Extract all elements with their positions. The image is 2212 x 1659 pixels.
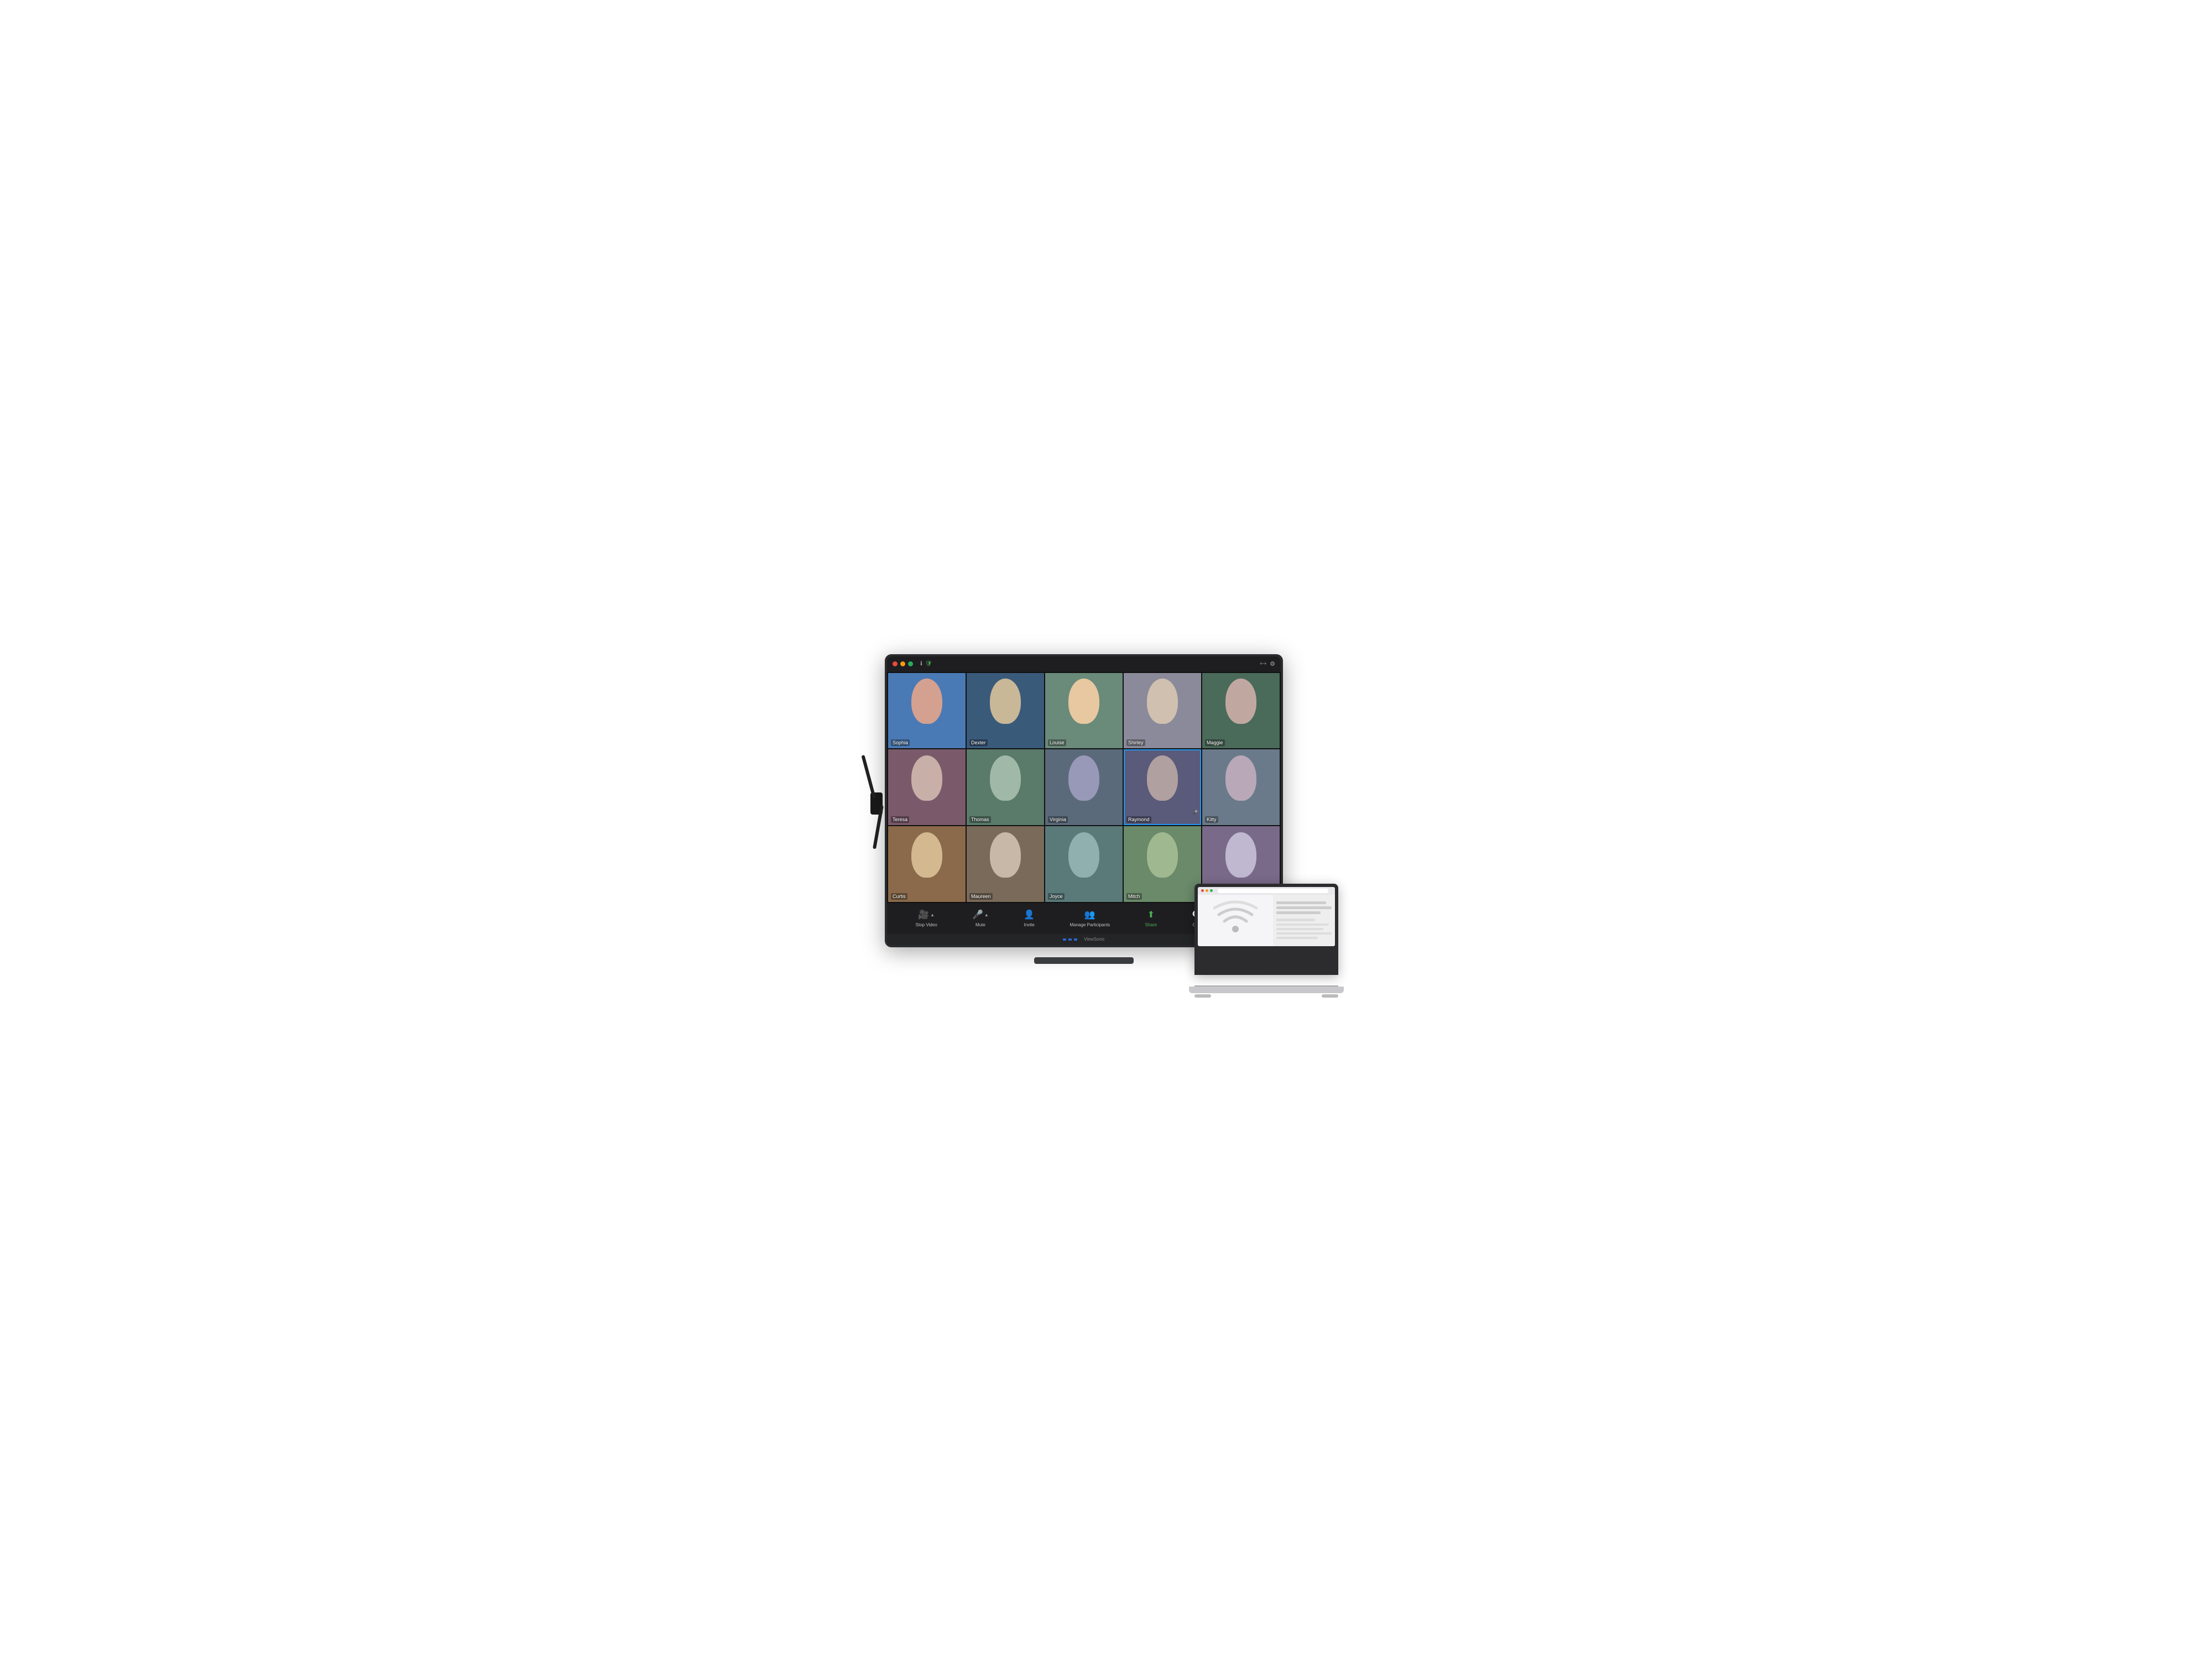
participant-name-virginia: Virginia: [1048, 816, 1068, 823]
participant-name-maggie: Maggie: [1205, 739, 1225, 746]
led-1: [1063, 938, 1066, 941]
participant-name-shirley: Shirley: [1126, 739, 1145, 746]
video-cell-joyce: Joyce: [1045, 826, 1123, 902]
text-line-1: [1276, 901, 1326, 904]
video-cell-maggie: Maggie: [1202, 673, 1280, 749]
laptop-dot-2: [1206, 889, 1208, 892]
participant-name-maureen: Maureen: [969, 893, 993, 900]
maximize-button[interactable]: [908, 661, 913, 666]
stop-video-chevron-icon: ▲: [930, 912, 935, 917]
laptop: [1189, 884, 1344, 1000]
video-grid: Sophia Dexter Louise Shirley Maggie Teresa Tho…: [887, 672, 1281, 903]
mic-icon-active: 🎤: [1192, 810, 1198, 815]
antennas: [873, 754, 876, 849]
laptop-screen-housing: [1194, 884, 1338, 975]
settings-icon[interactable]: ⚙: [1270, 660, 1275, 667]
laptop-url-bar: [1218, 889, 1328, 893]
shield-icon: 🛡: [925, 661, 932, 667]
laptop-main: [1198, 895, 1273, 946]
wifi-large-icon: [1213, 900, 1258, 938]
titlebar-dots: ℹ 🛡: [893, 661, 932, 667]
text-line-2: [1276, 906, 1332, 909]
participant-name-joyce: Joyce: [1048, 893, 1065, 900]
share-icon: ⬆: [1147, 909, 1155, 920]
toolbar-item-share[interactable]: ⬆ Share: [1145, 909, 1157, 927]
participant-name-sophia: Sophia: [891, 739, 910, 746]
participant-name-teresa: Teresa: [891, 816, 909, 823]
text-line-7: [1276, 932, 1332, 935]
stop-video-icon: 🎥: [918, 909, 929, 920]
manage-label: Manage Participants: [1070, 922, 1110, 927]
video-cell-thomas: Thomas: [967, 749, 1044, 825]
laptop-base: [1189, 987, 1344, 993]
titlebar-right-icons: ⤢ ⚙: [1260, 660, 1275, 667]
text-line-3: [1276, 911, 1321, 914]
manage-icon: 👥: [1084, 909, 1095, 920]
share-label: Share: [1145, 922, 1157, 927]
brand-label: ViewSonic: [1084, 937, 1104, 942]
monitor-stand: [1034, 957, 1134, 964]
mute-label: Mute: [975, 922, 985, 927]
stop-video-label: Stop Video: [916, 922, 937, 927]
toolbar-item-mute[interactable]: 🎤▲ Mute: [972, 909, 989, 927]
laptop-dot-1: [1201, 889, 1204, 892]
antenna-1: [861, 754, 876, 798]
laptop-titlebar: [1198, 887, 1335, 895]
led-3: [1074, 938, 1077, 941]
text-line-8: [1276, 937, 1318, 939]
video-cell-raymond: Raymond 🎤: [1124, 749, 1201, 825]
invite-icon: 👤: [1024, 909, 1035, 920]
toolbar-item-invite[interactable]: 👤 Invite: [1024, 909, 1035, 927]
video-cell-virginia: Virginia: [1045, 749, 1123, 825]
laptop-content-area: [1198, 895, 1335, 946]
video-cell-maureen: Maureen: [967, 826, 1044, 902]
led-2: [1068, 938, 1072, 941]
text-line-4: [1276, 919, 1315, 921]
participant-name-louise: Louise: [1048, 739, 1066, 746]
video-cell-shirley: Shirley: [1124, 673, 1201, 749]
laptop-dot-3: [1210, 889, 1213, 892]
participant-name-mitch: Mitch: [1126, 893, 1142, 900]
video-cell-dexter: Dexter: [967, 673, 1044, 749]
laptop-foot-left: [1194, 994, 1211, 998]
video-cell-teresa: Teresa: [888, 749, 966, 825]
participant-name-dexter: Dexter: [969, 739, 988, 746]
mute-icon: 🎤: [972, 909, 983, 920]
video-cell-kitty: Kitty: [1202, 749, 1280, 825]
participant-name-kitty: Kitty: [1205, 816, 1218, 823]
laptop-foot-right: [1322, 994, 1338, 998]
laptop-right-panel: [1273, 895, 1335, 946]
scene: ℹ 🛡 ⤢ ⚙ Sophia Dexter Louise Shirley Maggie T…: [857, 643, 1355, 1016]
info-icon: ℹ: [920, 661, 922, 667]
minimize-button[interactable]: [900, 661, 905, 666]
titlebar: ℹ 🛡 ⤢ ⚙: [887, 656, 1281, 672]
participant-name-curtis: Curtis: [891, 893, 907, 900]
toolbar-item-stop-video[interactable]: 🎥▲ Stop Video: [916, 909, 937, 927]
close-button[interactable]: [893, 661, 898, 666]
expand-icon[interactable]: ⤢: [1259, 660, 1267, 668]
participant-name-raymond: Raymond: [1126, 816, 1151, 823]
text-line-6: [1276, 928, 1323, 930]
toolbar-item-manage[interactable]: 👥 Manage Participants: [1070, 909, 1110, 927]
invite-label: Invite: [1024, 922, 1035, 927]
mute-chevron-icon: ▲: [984, 912, 989, 917]
video-cell-louise: Louise: [1045, 673, 1123, 749]
video-cell-curtis: Curtis: [888, 826, 966, 902]
participant-name-thomas: Thomas: [969, 816, 991, 823]
text-line-5: [1276, 924, 1329, 926]
video-cell-sophia: Sophia: [888, 673, 966, 749]
